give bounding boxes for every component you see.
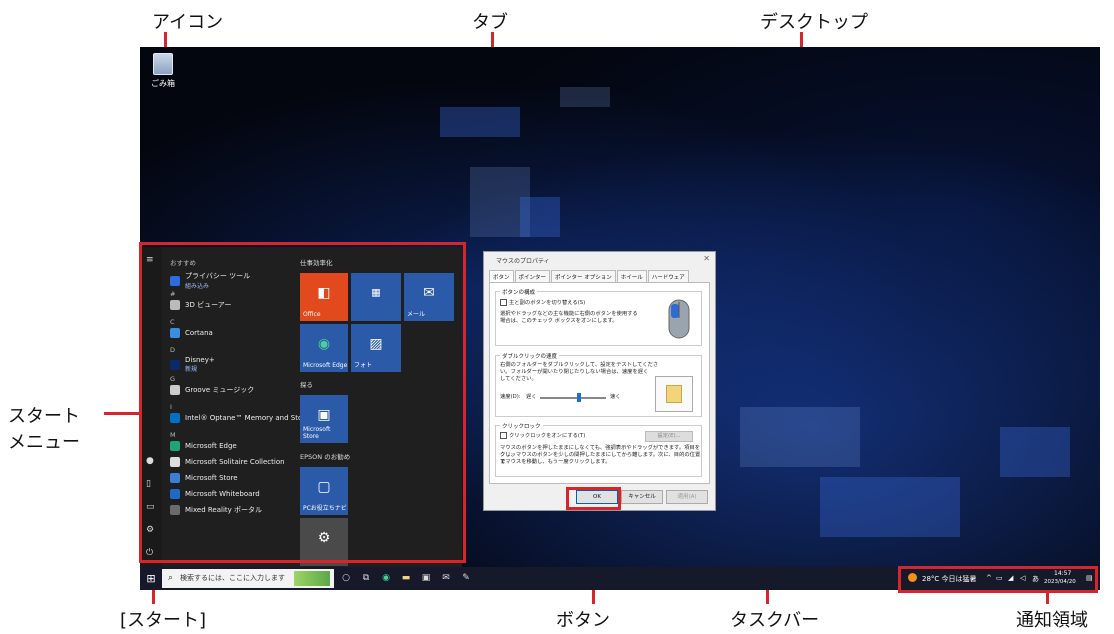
edge-icon[interactable]: ◉ [380, 572, 392, 584]
double-click-group: ダブルクリックの速度 右側のフォルダーをダブルクリックして、設定をテストしてくだ… [495, 352, 702, 417]
double-click-header: ダブルクリックの速度 [500, 352, 560, 360]
dialog-body: ボタンの構成 主と副のボタンを切り替える(S) 選択やドラッグなどの主な機能に右… [489, 282, 710, 484]
task-view-icon[interactable]: ⧉ [360, 572, 372, 584]
switch-buttons-checkbox[interactable]: 主と副のボタンを切り替える(S) [500, 299, 585, 307]
wallpaper-shard [440, 107, 520, 137]
recycle-bin[interactable]: ごみ箱 [148, 53, 178, 89]
search-highlight-image [294, 571, 330, 586]
callout-start-menu-1: スタート [8, 406, 80, 427]
mouse-properties-dialog[interactable]: マウスのプロパティ ✕ ボタン ポインター ポインター オプション ホイール ハードウェ… [483, 251, 716, 511]
click-lock-settings-button[interactable]: 設定(E)... [645, 431, 693, 442]
double-click-desc1: 右側のフォルダーをダブルクリックして、設定をテストしてくださ [500, 362, 659, 368]
callout-taskbar: タスクバー [730, 610, 820, 631]
dialog-title: マウスのプロパティ [496, 258, 550, 265]
folder-icon [666, 385, 682, 403]
fast-label: 速く [610, 394, 621, 400]
speed-label: 速度(D): [500, 394, 521, 400]
file-explorer-icon[interactable]: ▬ [400, 572, 412, 584]
close-icon[interactable]: ✕ [703, 254, 710, 263]
callout-desktop: デスクトップ [760, 12, 868, 33]
store-icon[interactable]: ▣ [420, 572, 432, 584]
pen-icon[interactable]: ✎ [460, 572, 472, 584]
callout-line-start-button [152, 588, 155, 604]
checkbox-box [500, 299, 507, 306]
checkbox-box [500, 432, 507, 439]
slow-label: 遅く [526, 394, 537, 400]
callout-start-button: [スタート] [120, 610, 207, 631]
click-lock-group: クリックロック クリックロックをオンにする(T) 設定(E)... マウスのボタ… [495, 422, 702, 477]
ok-button-highlight [566, 487, 621, 510]
button-config-desc1: 選択やドラッグなどの主な機能に右側のボタンを使用する [500, 311, 638, 317]
button-config-header: ボタンの構成 [500, 288, 538, 296]
wallpaper-shard [820, 477, 960, 537]
recycle-bin-label: ごみ箱 [151, 79, 175, 88]
callout-notification: 通知領域 [1016, 610, 1088, 631]
wallpaper-shard [1000, 427, 1070, 477]
recycle-bin-icon [153, 53, 173, 75]
mail-icon[interactable]: ✉ [440, 572, 452, 584]
click-lock-label: クリックロックをオンにする(T) [509, 433, 586, 439]
apply-button[interactable]: 適用(A) [666, 490, 708, 504]
button-config-group: ボタンの構成 主と副のボタンを切り替える(S) 選択やドラッグなどの主な機能に右… [495, 288, 702, 346]
start-menu-highlight [139, 242, 466, 563]
callout-button: ボタン [556, 610, 610, 631]
cortana-icon[interactable]: ○ [340, 572, 352, 584]
button-config-desc2: 場合は、このチェック ボックスをオンにします。 [500, 318, 618, 324]
windows-start-icon[interactable]: ⊞ [140, 567, 162, 590]
callout-icon: アイコン [152, 12, 224, 33]
callout-start-menu-2: メニュー [8, 432, 80, 453]
speed-slider[interactable] [540, 393, 606, 402]
notification-area-highlight [898, 566, 1098, 593]
switch-buttons-label: 主と副のボタンを切り替える(S) [509, 300, 586, 306]
wallpaper-shard [560, 87, 610, 107]
search-box[interactable]: ⌕ 検索するには、ここに入力します [162, 569, 334, 588]
double-click-desc2: い。フォルダーが開いたり閉じたりしない場合は、速度を遅く [500, 369, 649, 375]
wallpaper-shard [740, 407, 860, 467]
click-lock-checkbox[interactable]: クリックロックをオンにする(T) [500, 432, 585, 440]
double-click-desc3: してください。 [500, 376, 537, 382]
callout-line-start-menu [104, 412, 140, 415]
click-lock-desc3: でマウスを移動し、もう一度クリックします。 [500, 459, 611, 465]
wallpaper-shard [520, 197, 560, 237]
click-lock-header: クリックロック [500, 422, 543, 430]
callout-tab: タブ [472, 12, 508, 33]
cancel-button[interactable]: キャンセル [621, 490, 663, 504]
folder-test-box[interactable] [655, 376, 693, 412]
search-icon: ⌕ [168, 573, 174, 583]
speed-slider-thumb[interactable] [577, 393, 582, 402]
mouse-icon [668, 299, 690, 339]
search-placeholder: 検索するには、ここに入力します [180, 574, 285, 582]
